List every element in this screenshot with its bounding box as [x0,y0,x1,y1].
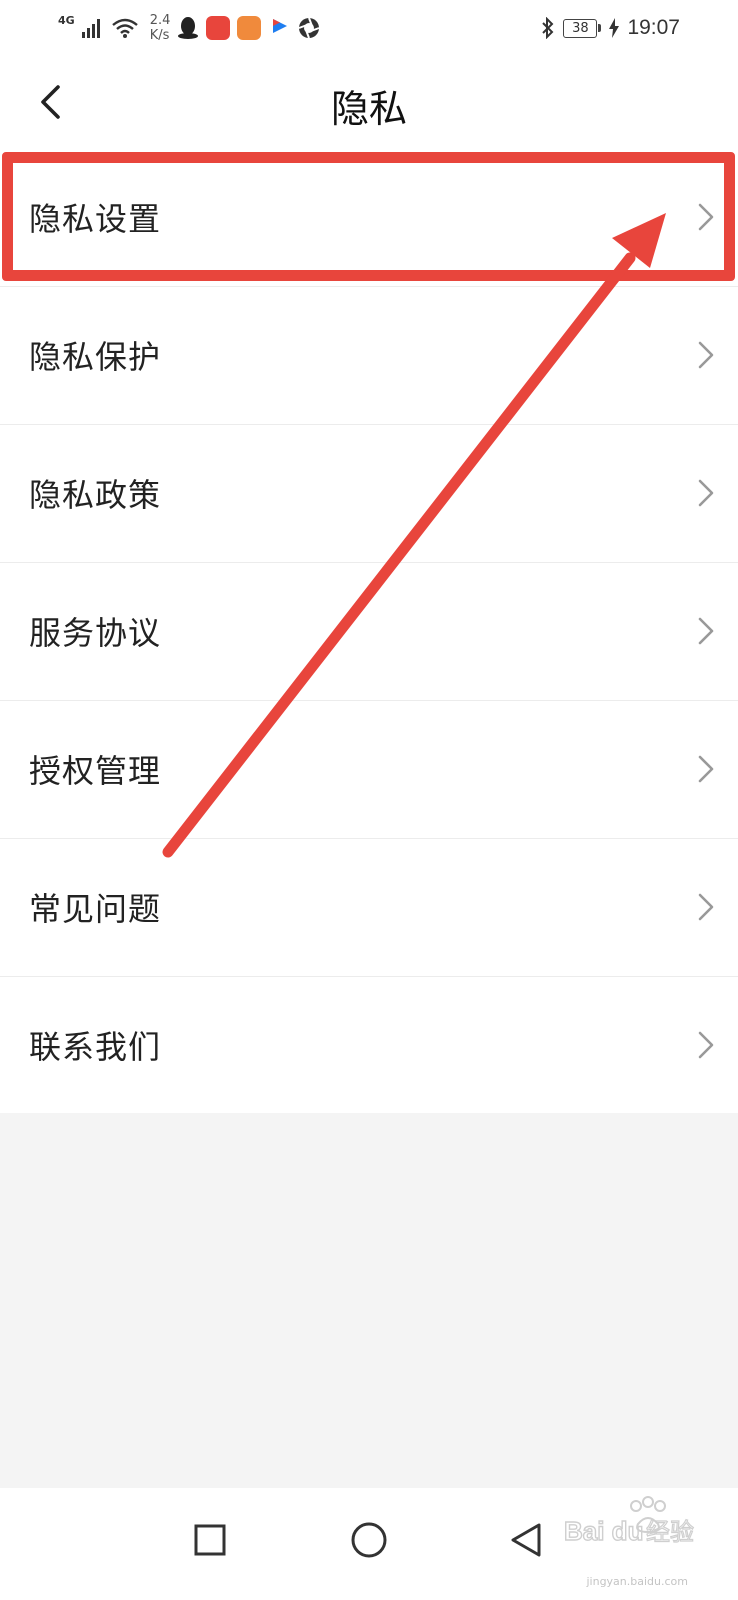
menu-item-label: 常见问题 [29,890,162,928]
home-button[interactable] [337,1508,401,1572]
circle-home-icon [351,1522,387,1558]
menu-item-faq[interactable]: 常见问题 [0,838,738,976]
nav-back-button[interactable] [494,1508,558,1572]
bluetooth-icon [542,17,554,39]
chevron-right-icon [698,479,714,507]
menu-item-contact-us[interactable]: 联系我们 [0,976,738,1114]
triangle-back-icon [511,1523,541,1557]
system-navigation-bar [0,1488,738,1600]
chevron-right-icon [698,893,714,921]
clock: 19:07 [627,16,680,39]
health-app-icon [237,16,262,40]
chevron-right-icon [698,755,714,783]
huawei-app-icon [206,16,231,40]
aperture-app-icon [299,17,320,39]
status-left: 4G 2.4 K/s [58,10,321,46]
top-app-bar: 隐私 [0,58,738,148]
menu-item-label: 隐私政策 [29,476,162,514]
signal-icon [81,19,100,38]
chevron-right-icon [698,203,714,231]
menu-item-label: 隐私保护 [29,338,162,376]
speed-value: 2.4 [149,13,171,28]
youku-icon [273,19,288,33]
recents-button[interactable] [178,1508,242,1572]
menu-item-label: 隐私设置 [29,200,162,238]
status-bar: 4G 2.4 K/s 38 19:07 [0,0,738,58]
page-title: 隐私 [330,87,407,131]
menu-item-label: 联系我们 [29,1028,162,1066]
privacy-menu-list: 隐私设置 隐私保护 隐私政策 服务协议 授权管理 常见问题 联系我们 [0,148,738,1113]
menu-item-label: 服务协议 [29,614,162,652]
network-speed: 2.4 K/s [150,13,171,43]
menu-item-privacy-settings[interactable]: 隐私设置 [0,148,738,286]
wifi-icon [111,18,138,38]
network-type: 4G [58,13,75,27]
chevron-right-icon [698,617,714,645]
menu-item-privacy-policy[interactable]: 隐私政策 [0,424,738,562]
square-recents-icon [194,1524,226,1556]
battery-icon: 38 [563,18,602,38]
menu-item-service-agreement[interactable]: 服务协议 [0,562,738,700]
battery-level: 38 [563,18,598,38]
status-right: 38 19:07 [541,10,680,46]
chevron-right-icon [698,1031,714,1059]
qq-icon [178,17,199,39]
menu-item-privacy-protection[interactable]: 隐私保护 [0,286,738,424]
menu-item-authorization-management[interactable]: 授权管理 [0,700,738,838]
chevron-right-icon [698,341,714,369]
charging-icon [609,18,620,38]
menu-item-label: 授权管理 [29,752,162,790]
speed-unit: K/s [149,28,170,43]
